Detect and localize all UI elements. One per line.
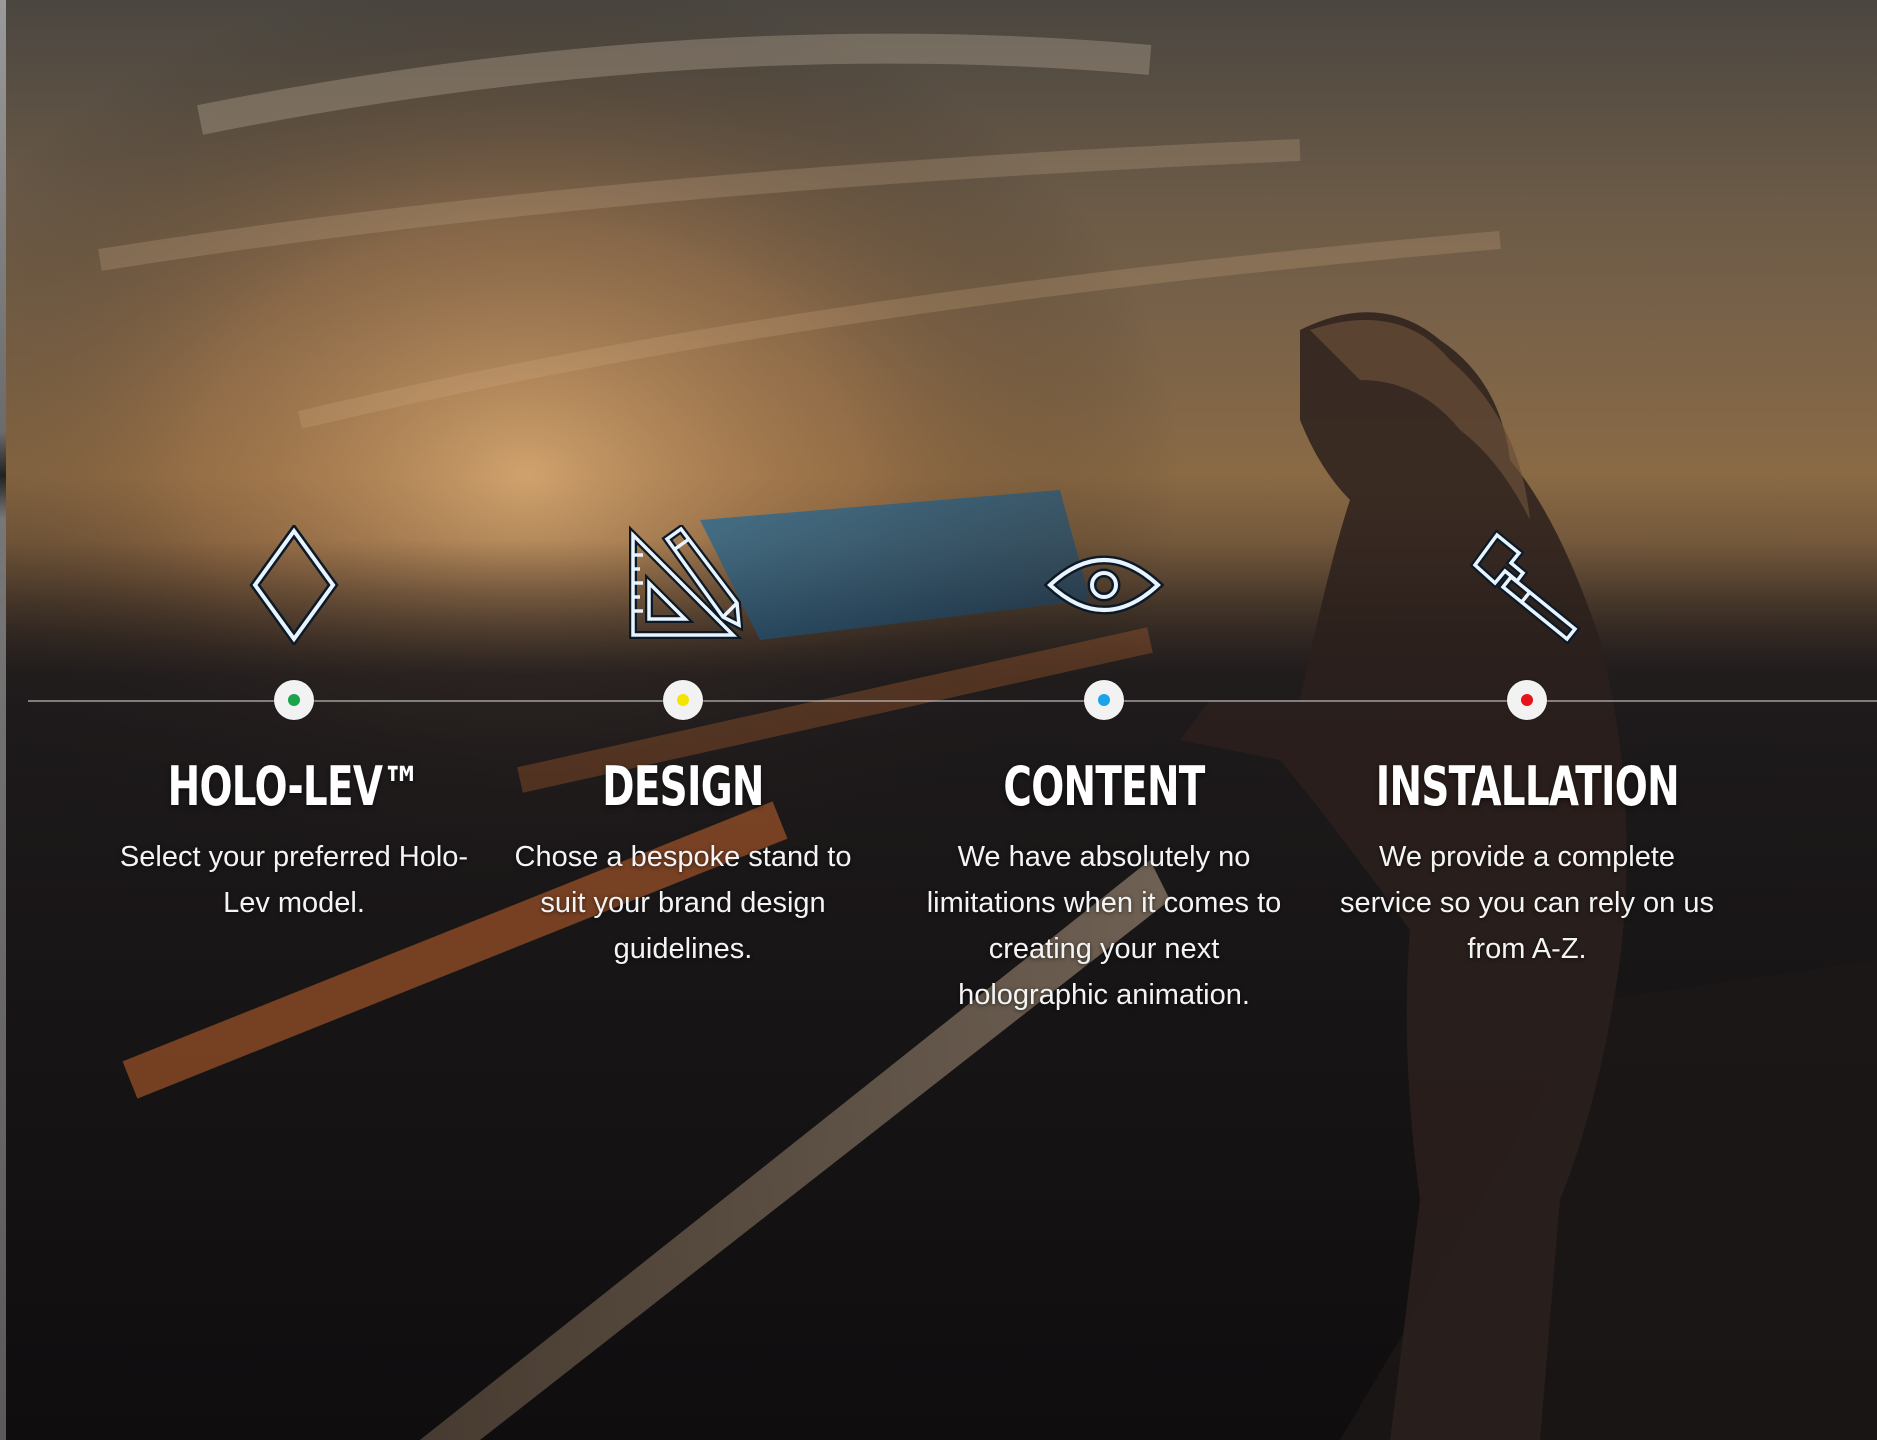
step-holo-lev: HOLO-LEV™ Select your preferred Holo-Lev…: [84, 520, 504, 926]
step-content: CONTENT We have absolutely no limitation…: [894, 520, 1314, 1018]
step-description: Chose a bespoke stand to suit your brand…: [514, 841, 852, 965]
page-edge-strip: [0, 0, 6, 1440]
step-description: We have absolutely no limitations when i…: [926, 841, 1282, 1011]
timeline-dot-installation: [1507, 680, 1547, 720]
timeline-dot-inner: [1521, 694, 1533, 706]
step-title: CONTENT: [1003, 755, 1205, 818]
step-title: HOLO-LEV™: [167, 755, 421, 818]
timeline-dot-inner: [288, 694, 300, 706]
step-title: DESIGN: [602, 755, 764, 818]
timeline-dot-inner: [1098, 694, 1110, 706]
set-square-pencil-icon: [473, 520, 893, 650]
step-title: INSTALLATION: [1375, 755, 1680, 818]
hammer-icon: [1317, 520, 1737, 650]
step-description: We provide a complete service so you can…: [1340, 841, 1714, 965]
eye-icon: [894, 520, 1314, 650]
timeline-dot-design: [663, 680, 703, 720]
step-description: Select your preferred Holo-Lev model.: [119, 841, 469, 919]
step-installation: INSTALLATION We provide a complete servi…: [1317, 520, 1737, 972]
diamond-icon: [84, 520, 504, 650]
step-design: DESIGN Chose a bespoke stand to suit you…: [473, 520, 893, 972]
timeline-dot-content: [1084, 680, 1124, 720]
timeline-dot-holo-lev: [274, 680, 314, 720]
timeline-dot-inner: [677, 694, 689, 706]
holo-lev-process-page: HOLO-LEV™ Select your preferred Holo-Lev…: [0, 0, 1877, 1440]
